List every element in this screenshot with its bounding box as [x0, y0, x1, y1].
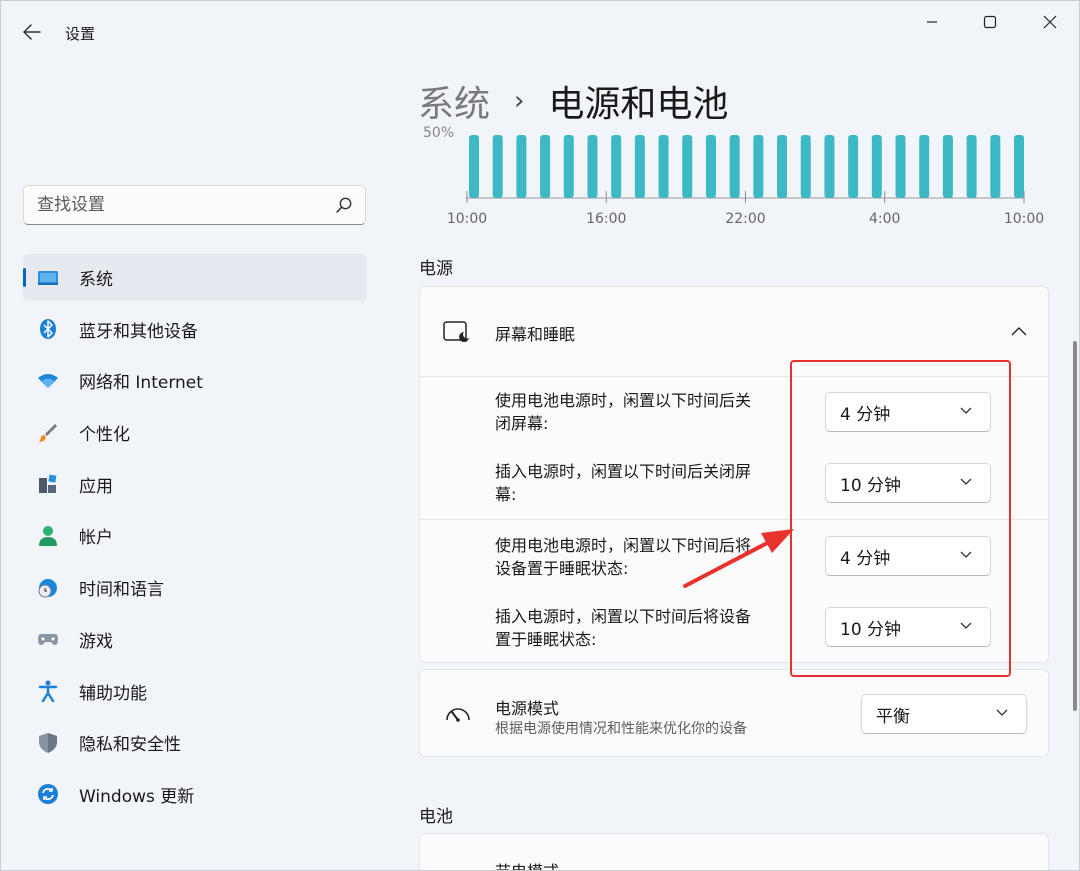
settings-window: 设置 系统 › 电源和电池 系统 [0, 0, 1080, 871]
annotation-highlight-box [790, 360, 1011, 677]
annotation-arrowhead [761, 529, 794, 553]
annotation-arrow [683, 539, 773, 588]
annotation-overlay [683, 360, 1011, 677]
